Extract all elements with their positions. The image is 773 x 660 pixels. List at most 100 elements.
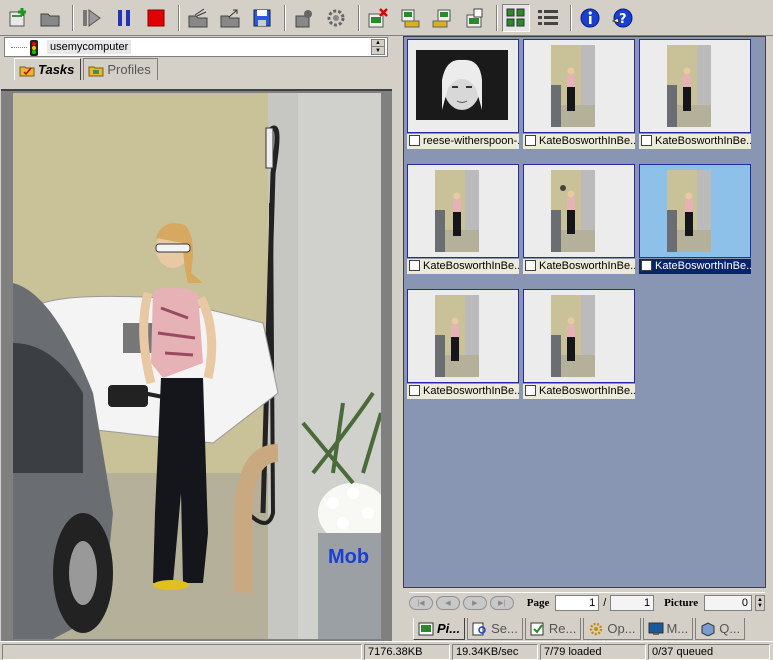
play-icon[interactable] <box>78 4 106 32</box>
pause-icon[interactable] <box>110 4 138 32</box>
tab-monitor[interactable]: M... <box>642 618 694 640</box>
thumbnail-checkbox[interactable] <box>525 135 536 146</box>
thumbnail-image <box>551 45 595 127</box>
mobil-logo: Mob <box>328 546 369 568</box>
thumbnail-frame[interactable] <box>523 39 635 133</box>
thumbnail-view-icon[interactable] <box>502 3 530 32</box>
task-tree[interactable]: usemycomputer ▲ ▼ <box>4 37 388 57</box>
thumbnail-item[interactable]: KateBosworthInBe... <box>521 162 635 274</box>
toolbar-separator <box>496 4 498 31</box>
picture-field[interactable]: 0 <box>704 594 753 611</box>
scroll-up-icon[interactable]: ▲ <box>372 40 384 47</box>
thumbnail-caption-text: KateBosworthInBe... <box>539 135 635 147</box>
tab-queue-label: Q... <box>719 621 741 636</box>
tree-node-label[interactable]: usemycomputer <box>47 40 132 54</box>
next-page-button[interactable]: ▶ <box>462 595 487 610</box>
tab-pictures[interactable]: Pi... <box>413 618 466 640</box>
delete-icon[interactable] <box>364 4 392 32</box>
prev-page-button[interactable]: ◀ <box>435 595 460 610</box>
thumbnail-grid[interactable]: reese-witherspoon-... KateBosworthInBe..… <box>403 36 766 588</box>
status-size: 7176.38KB <box>364 644 450 660</box>
thumbnail-caption-text: KateBosworthInBe... <box>655 135 751 147</box>
save-icon[interactable] <box>248 4 276 32</box>
open-folder-icon[interactable] <box>36 4 64 32</box>
thumbnail-image <box>416 50 508 120</box>
tab-queue[interactable]: Q... <box>695 618 746 640</box>
thumbnail-caption[interactable]: KateBosworthInBe... <box>523 134 635 149</box>
thumbnail-caption[interactable]: KateBosworthInBe... <box>639 134 751 149</box>
results-icon <box>530 622 544 635</box>
queue-icon <box>701 621 715 636</box>
thumbnail-checkbox[interactable] <box>409 135 420 146</box>
thumbnail-caption[interactable]: KateBosworthInBe... <box>523 384 635 399</box>
thumbnail-checkbox[interactable] <box>525 260 536 271</box>
export-icon[interactable] <box>216 4 244 32</box>
info-icon[interactable] <box>576 4 604 32</box>
thumbnail-frame[interactable] <box>407 164 519 258</box>
new-task-icon[interactable] <box>4 4 32 32</box>
thumbnail-image <box>551 170 595 252</box>
thumbnail-frame[interactable] <box>407 289 519 383</box>
toolbar-separator <box>570 4 572 31</box>
thumbnail-item[interactable]: KateBosworthInBe... <box>521 287 635 399</box>
help-icon[interactable]: ? <box>608 4 636 32</box>
options-icon <box>590 622 603 635</box>
image-preview: Mob <box>1 89 392 641</box>
pager: |◀ ◀ ▶ ▶| Page 1 / 1 Picture 0 ▲ ▼ <box>409 592 766 612</box>
details-view-icon[interactable] <box>534 4 562 32</box>
tab-search[interactable]: Se... <box>467 618 523 640</box>
main-toolbar: ? <box>0 0 773 36</box>
thumbnail-item[interactable]: KateBosworthInBe... <box>637 37 751 149</box>
profiles-icon <box>88 66 104 76</box>
thumbnail-checkbox[interactable] <box>409 260 420 271</box>
thumbnail-frame[interactable] <box>523 289 635 383</box>
tab-tasks[interactable]: Tasks <box>14 58 82 80</box>
thumbnail-item[interactable]: KateBosworthInBe... <box>637 162 751 274</box>
thumbnail-checkbox[interactable] <box>525 385 536 396</box>
page-total: 1 <box>610 594 655 611</box>
tab-options[interactable]: Op... <box>583 618 641 640</box>
tab-profiles[interactable]: Profiles <box>83 58 158 80</box>
page-input[interactable]: 1 <box>555 594 600 611</box>
thumbnail-caption[interactable]: KateBosworthInBe... <box>407 384 519 399</box>
tree-scroll[interactable]: ▲ ▼ <box>371 39 385 55</box>
thumbnail-caption[interactable]: reese-witherspoon-... <box>407 134 519 149</box>
thumbnail-caption[interactable]: KateBosworthInBe... <box>523 259 635 274</box>
picture-label: Picture <box>664 596 699 609</box>
thumbnail-checkbox[interactable] <box>641 135 652 146</box>
thumbnail-checkbox[interactable] <box>641 260 652 271</box>
last-page-button[interactable]: ▶| <box>489 595 514 610</box>
tab-options-label: Op... <box>607 621 636 636</box>
thumbnail-item[interactable]: KateBosworthInBe... <box>405 162 519 274</box>
monitor-icon <box>648 622 664 635</box>
first-page-button[interactable]: |◀ <box>409 595 433 610</box>
settings-icon[interactable] <box>322 4 350 32</box>
thumbnail-caption[interactable]: KateBosworthInBe... <box>639 259 751 274</box>
picture-spin[interactable]: ▲ ▼ <box>755 594 766 611</box>
pictures-icon <box>418 622 434 635</box>
thumbnail-frame[interactable] <box>523 164 635 258</box>
thumbnail-item[interactable]: KateBosworthInBe... <box>521 37 635 149</box>
thumbnail-image <box>667 170 711 252</box>
download-icon[interactable] <box>396 4 424 32</box>
thumbnail-image <box>435 295 479 377</box>
thumbnail-caption[interactable]: KateBosworthInBe... <box>407 259 519 274</box>
copy-icon[interactable] <box>460 4 488 32</box>
status-queued: 0/37 queued <box>648 644 770 660</box>
thumbnail-checkbox[interactable] <box>409 385 420 396</box>
thumbnail-frame[interactable] <box>407 39 519 133</box>
toolbar-separator <box>284 4 286 31</box>
thumbnail-item[interactable]: reese-witherspoon-... <box>405 37 519 149</box>
stop-icon[interactable] <box>142 4 170 32</box>
properties-icon[interactable] <box>290 4 318 32</box>
thumbnail-frame[interactable] <box>639 39 751 133</box>
thumbnail-item[interactable]: KateBosworthInBe... <box>405 287 519 399</box>
tab-monitor-label: M... <box>666 621 689 636</box>
thumbnail-image <box>435 170 479 252</box>
upload-icon[interactable] <box>428 4 456 32</box>
thumbnail-frame[interactable] <box>639 164 751 258</box>
open-files-icon[interactable] <box>184 4 212 32</box>
tab-pictures-label: Pi... <box>437 621 461 636</box>
scroll-down-icon[interactable]: ▼ <box>372 47 384 54</box>
tab-results[interactable]: Re... <box>524 618 582 640</box>
